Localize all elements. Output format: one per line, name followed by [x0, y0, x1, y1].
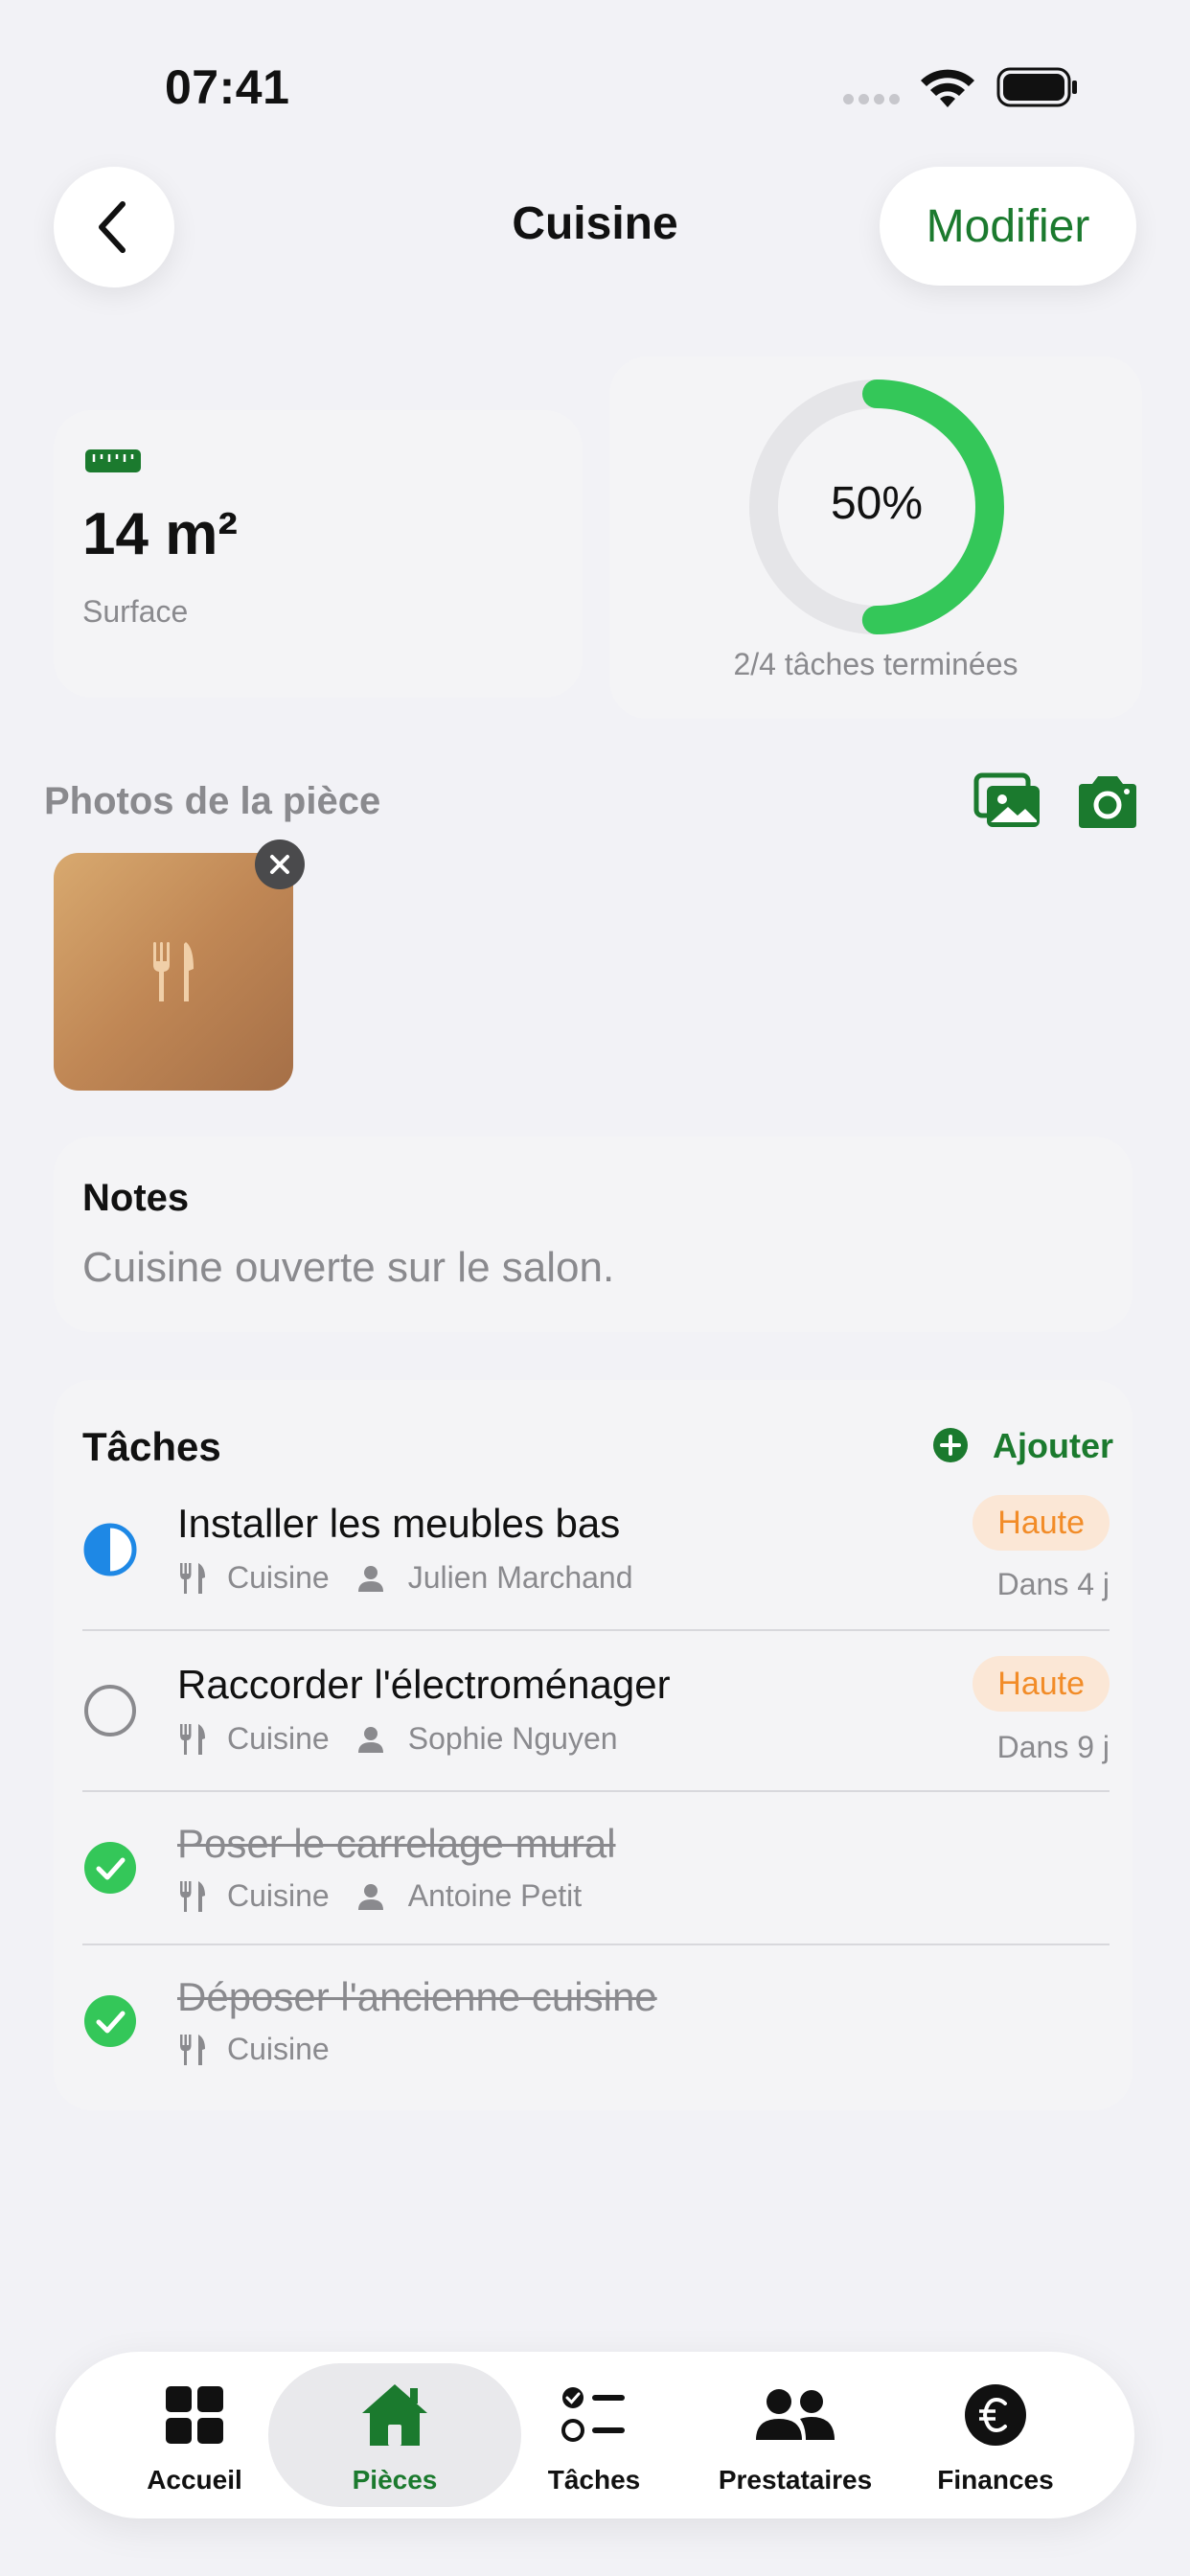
task-room: Cuisine: [227, 2032, 330, 2066]
add-task-button[interactable]: Ajouter: [993, 1426, 1113, 1466]
surface-value: 14 m²: [82, 501, 238, 567]
task-due: Dans 4 j: [996, 1567, 1110, 1601]
priority-badge: Haute: [973, 1656, 1110, 1712]
tab-pieces[interactable]: Pièces: [294, 2380, 495, 2496]
person-icon: [357, 1565, 383, 1592]
person-icon: [357, 1726, 383, 1753]
task-room: Cuisine: [227, 1721, 330, 1756]
task-assignee: Julien Marchand: [407, 1560, 633, 1595]
tab-finances[interactable]: Finances: [895, 2380, 1096, 2496]
task-title: Déposer l'ancienne cuisine: [177, 1974, 657, 2019]
notes-card: [54, 1137, 1133, 1332]
task-title: Installer les meubles bas: [177, 1501, 621, 1546]
task-row[interactable]: Installer les meubles bas Cuisine Julien…: [82, 1495, 1110, 1610]
house-icon: [362, 2384, 427, 2446]
camera-icon[interactable]: [1073, 772, 1142, 830]
divider: [82, 1629, 1110, 1631]
people-icon: [756, 2389, 835, 2440]
task-meta: Cuisine: [179, 2032, 330, 2067]
euro-icon: [965, 2384, 1026, 2446]
close-icon: [270, 855, 289, 874]
remove-photo-button[interactable]: [255, 840, 305, 889]
fork-knife-icon: [180, 1723, 205, 1755]
divider: [82, 1790, 1110, 1792]
battery-icon: [996, 67, 1077, 107]
ruler-icon: [85, 449, 141, 472]
task-meta: Cuisine Julien Marchand: [179, 1560, 633, 1596]
cellular-signal-icon: [843, 92, 904, 104]
progress-percent: 50%: [830, 478, 924, 529]
task-title: Raccorder l'électroménager: [177, 1662, 671, 1707]
task-meta: Cuisine Antoine Petit: [179, 1878, 582, 1914]
divider: [82, 1944, 1110, 1945]
status-time: 07:41: [165, 60, 290, 114]
person-icon: [357, 1883, 383, 1910]
tab-label: Finances: [937, 2465, 1054, 2495]
task-room: Cuisine: [227, 1878, 330, 1913]
grid-icon: [166, 2386, 223, 2444]
done-status-icon[interactable]: [82, 1993, 138, 2049]
tab-prestataires[interactable]: Prestataires: [695, 2380, 896, 2496]
done-status-icon[interactable]: [82, 1840, 138, 1896]
priority-badge: Haute: [973, 1495, 1110, 1551]
in-progress-status-icon[interactable]: [82, 1522, 138, 1577]
notes-title: Notes: [82, 1177, 190, 1219]
add-circle-icon[interactable]: [933, 1428, 968, 1462]
room-photo-thumbnail[interactable]: [54, 853, 293, 1091]
wifi-icon: [921, 69, 974, 107]
task-row[interactable]: Déposer l'ancienne cuisine Cuisine: [82, 1970, 1110, 2076]
notes-text[interactable]: Cuisine ouverte sur le salon.: [82, 1244, 614, 1292]
tab-taches[interactable]: Tâches: [493, 2380, 695, 2496]
tab-label: Tâches: [547, 2465, 641, 2495]
fork-knife-icon: [180, 1880, 205, 1912]
edit-button[interactable]: Modifier: [880, 167, 1136, 286]
photos-title: Photos de la pièce: [44, 780, 381, 822]
photo-library-icon[interactable]: [973, 772, 1042, 830]
task-room: Cuisine: [227, 1560, 330, 1595]
tasks-title: Tâches: [82, 1424, 221, 1469]
tab-label: Prestataires: [718, 2465, 873, 2495]
task-row[interactable]: Poser le carrelage mural Cuisine Antoine…: [82, 1817, 1110, 1922]
task-row[interactable]: Raccorder l'électroménager Cuisine Sophi…: [82, 1656, 1110, 1773]
tab-label: Accueil: [147, 2465, 242, 2495]
surface-label: Surface: [82, 594, 189, 629]
progress-caption: 2/4 tâches terminées: [733, 647, 1018, 681]
fork-knife-icon: [180, 1562, 205, 1594]
task-title: Poser le carrelage mural: [177, 1821, 616, 1866]
task-due: Dans 9 j: [996, 1730, 1110, 1764]
checklist-icon: [561, 2387, 625, 2442]
tab-label: Pièces: [352, 2465, 438, 2495]
fork-knife-icon: [153, 942, 194, 1001]
fork-knife-icon: [180, 2034, 205, 2065]
task-assignee: Antoine Petit: [407, 1878, 583, 1913]
tab-accueil[interactable]: Accueil: [94, 2380, 295, 2496]
task-meta: Cuisine Sophie Nguyen: [179, 1721, 618, 1757]
task-assignee: Sophie Nguyen: [407, 1721, 618, 1756]
todo-status-icon[interactable]: [82, 1683, 138, 1738]
